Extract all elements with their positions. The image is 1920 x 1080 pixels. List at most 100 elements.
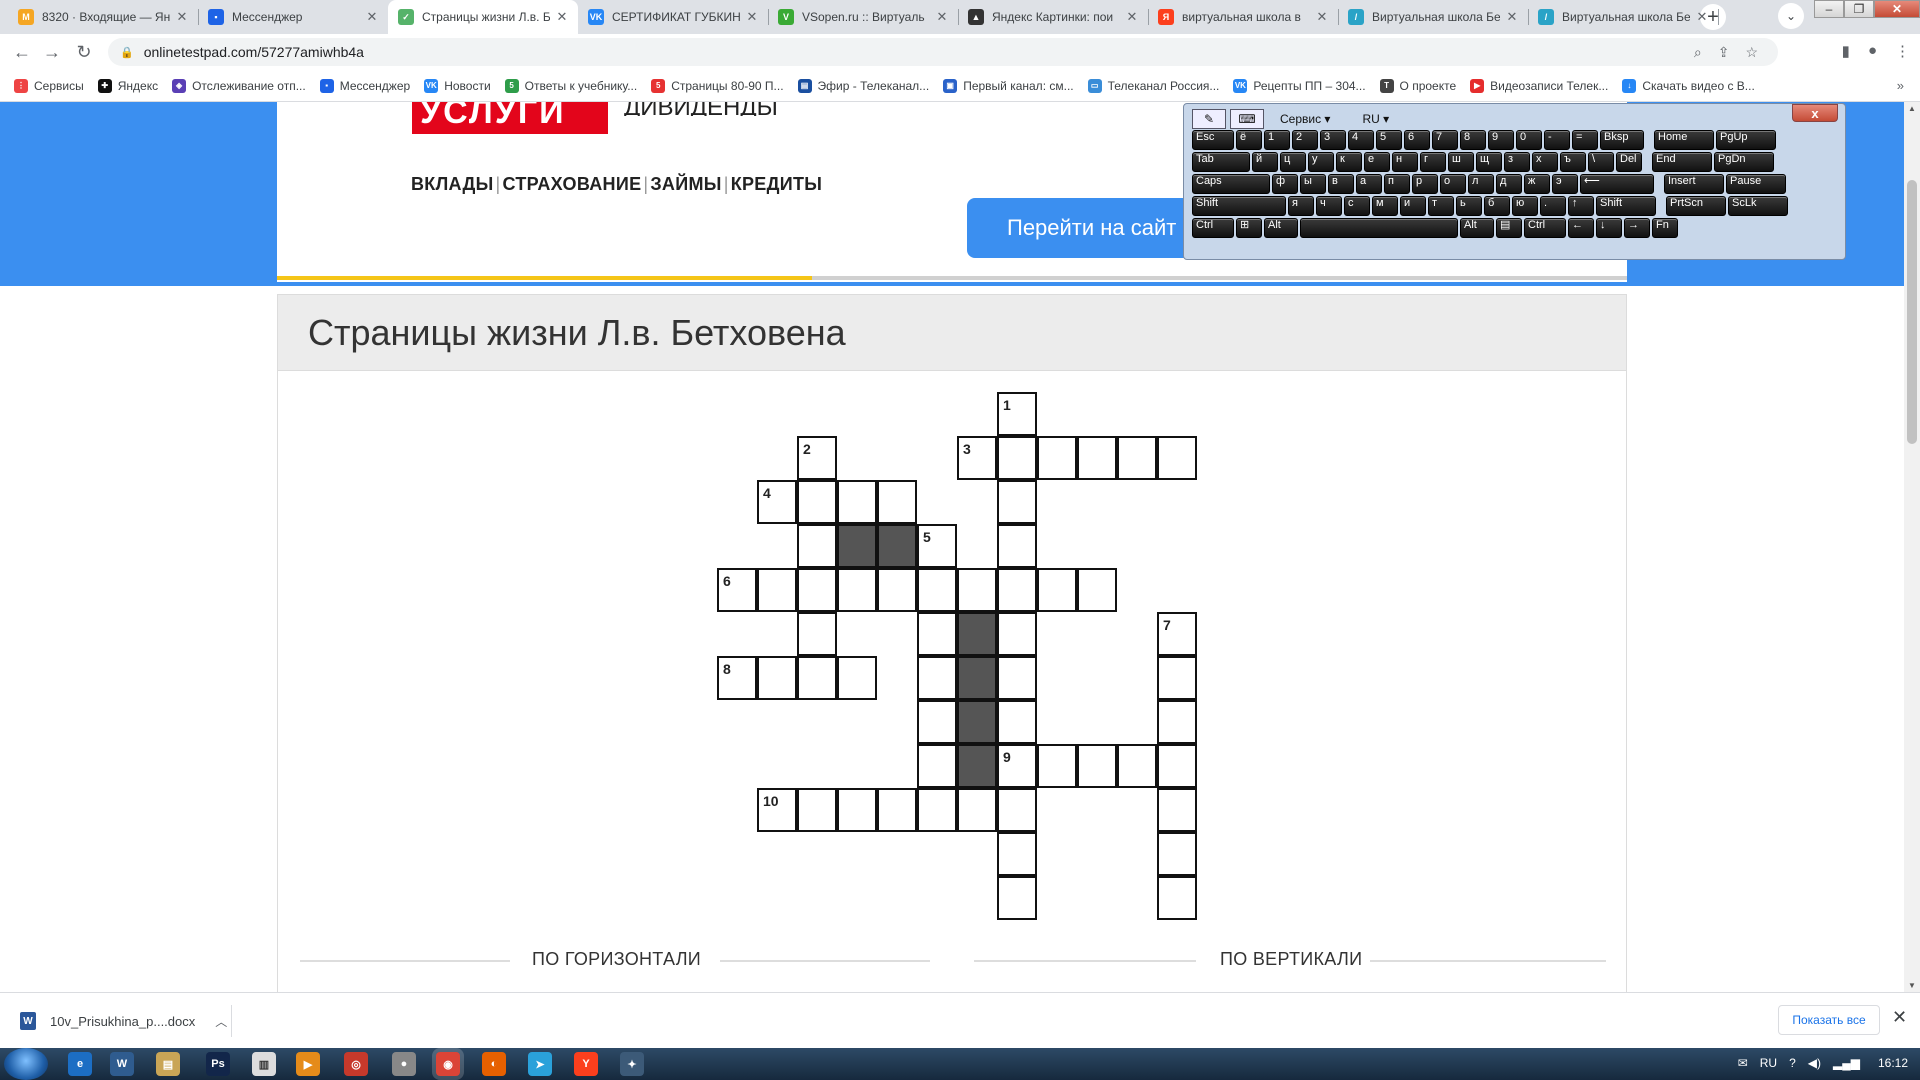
key[interactable]: 5	[1376, 130, 1402, 150]
key[interactable]: Alt	[1460, 218, 1494, 238]
crossword-cell[interactable]	[797, 788, 837, 832]
bookmark-item[interactable]: ◈ Отслеживание отп...	[172, 78, 306, 93]
key[interactable]: Ctrl	[1524, 218, 1566, 238]
crossword-cell[interactable]	[1077, 744, 1117, 788]
bookmark-item[interactable]: 5 Ответы к учебнику...	[504, 78, 637, 93]
key[interactable]: р	[1412, 174, 1438, 194]
crossword-cell[interactable]	[757, 568, 797, 612]
share-icon[interactable]: ⇪	[1718, 44, 1730, 61]
sparkle-icon[interactable]: ✦	[620, 1052, 644, 1076]
tab-search-button[interactable]: ⌄	[1778, 3, 1804, 29]
crossword-cell[interactable]	[797, 612, 837, 656]
crossword-cell[interactable]	[917, 656, 957, 700]
chrome-icon[interactable]: ◉	[436, 1052, 460, 1076]
maximize-button[interactable]: ❐	[1844, 0, 1874, 18]
crossword-cell[interactable]	[917, 700, 957, 744]
key[interactable]: и	[1400, 196, 1426, 216]
scroll-thumb[interactable]	[1907, 180, 1917, 444]
tab-close-icon[interactable]: ✕	[1694, 9, 1710, 25]
tab[interactable]: Явиртуальная школа в ✕	[1148, 0, 1338, 34]
keyboard-close-button[interactable]: x	[1792, 104, 1838, 122]
key[interactable]: ъ	[1560, 152, 1586, 172]
tab[interactable]: VK СЕРТИФИКАТ ГУБКИН ✕	[578, 0, 768, 34]
key[interactable]: Caps	[1192, 174, 1270, 194]
key[interactable]: Fn	[1652, 218, 1678, 238]
key[interactable]: Home	[1654, 130, 1714, 150]
bookmark-item[interactable]: T О проекте	[1379, 78, 1456, 93]
key[interactable]: Del	[1616, 152, 1642, 172]
crossword-cell[interactable]: 9	[997, 744, 1037, 788]
key[interactable]: ⟵	[1580, 174, 1654, 194]
bookmark-item[interactable]: ▶ Видеозаписи Телек...	[1470, 78, 1608, 93]
crossword-cell[interactable]: 4	[757, 480, 797, 524]
crossword-cell[interactable]	[997, 788, 1037, 832]
key[interactable]: ф	[1272, 174, 1298, 194]
bookmark-item[interactable]: ▪ Мессенджер	[319, 78, 410, 93]
vertical-scrollbar[interactable]: ▲ ▼	[1904, 102, 1920, 992]
key[interactable]: б	[1484, 196, 1510, 216]
key[interactable]: ю	[1512, 196, 1538, 216]
zoom-icon[interactable]: ⌕	[1694, 44, 1702, 61]
key[interactable]: э	[1552, 174, 1578, 194]
key[interactable]: м	[1372, 196, 1398, 216]
on-screen-keyboard[interactable]: ✎ ⌨ Сервис ▾ RU ▾ x Esc ё 1 2 3 4 5 6 7 8 9 0- = Bksp…	[1183, 103, 1846, 260]
tab[interactable]: ✓ Страницы жизни Л.в. Б ✕	[388, 0, 578, 34]
clock[interactable]: 16:12	[1878, 1056, 1908, 1070]
crossword-cell[interactable]	[797, 568, 837, 612]
key[interactable]: PrtScn	[1666, 196, 1726, 216]
crossword-cell[interactable]: 10	[757, 788, 797, 832]
key[interactable]: ш	[1448, 152, 1474, 172]
word-taskbar-icon[interactable]: W	[110, 1052, 134, 1076]
crossword-cell[interactable]	[997, 436, 1037, 480]
tab-close-icon[interactable]: ✕	[1504, 9, 1520, 25]
ie-icon[interactable]: e	[68, 1052, 92, 1076]
crossword-cell[interactable]: 8	[717, 656, 757, 700]
keyboard-service-menu[interactable]: Сервис ▾	[1280, 112, 1330, 126]
volume-icon[interactable]: ◀)	[1808, 1056, 1821, 1070]
crossword-cell[interactable]	[757, 656, 797, 700]
key[interactable]: д	[1496, 174, 1522, 194]
key[interactable]: PgUp	[1716, 130, 1776, 150]
key[interactable]: й	[1252, 152, 1278, 172]
help-icon[interactable]: ?	[1789, 1056, 1796, 1070]
key[interactable]: з	[1504, 152, 1530, 172]
crossword-cell[interactable]	[1157, 436, 1197, 480]
key[interactable]: к	[1336, 152, 1362, 172]
minimize-button[interactable]: –	[1814, 0, 1844, 18]
keyboard-language-menu[interactable]: RU ▾	[1362, 112, 1389, 126]
tab-close-icon[interactable]: ✕	[1314, 9, 1330, 25]
key[interactable]: ц	[1280, 152, 1306, 172]
key[interactable]: с	[1344, 196, 1370, 216]
key[interactable]: .	[1540, 196, 1566, 216]
key[interactable]: -	[1544, 130, 1570, 150]
crossword-cell[interactable]	[837, 480, 877, 524]
key[interactable]: г	[1420, 152, 1446, 172]
crossword-cell[interactable]	[917, 788, 957, 832]
back-button[interactable]: ←	[10, 40, 34, 64]
tab-close-icon[interactable]: ✕	[174, 9, 190, 25]
crossword-cell[interactable]: 5	[917, 524, 957, 568]
network-icon[interactable]: ▂▄▆	[1833, 1056, 1860, 1070]
crossword-cell[interactable]	[837, 656, 877, 700]
crossword-cell[interactable]	[1157, 656, 1197, 700]
forward-button[interactable]: →	[40, 40, 64, 64]
address-bar[interactable]: 🔒 onlinetestpad.com/57277amiwhb4a ⌕ ⇪ ☆	[108, 38, 1778, 66]
crossword-cell[interactable]	[1037, 568, 1077, 612]
key[interactable]: о	[1440, 174, 1466, 194]
crossword-cell[interactable]	[1157, 832, 1197, 876]
crossword-cell[interactable]	[997, 832, 1037, 876]
key[interactable]: ▤	[1496, 218, 1522, 238]
tab[interactable]: ▪ Мессенджер ✕	[198, 0, 388, 34]
crossword-cell[interactable]	[837, 568, 877, 612]
crossword-cell[interactable]: 1	[997, 392, 1037, 436]
key[interactable]: Ctrl	[1192, 218, 1234, 238]
key[interactable]: ⊞	[1236, 218, 1262, 238]
key[interactable]: щ	[1476, 152, 1502, 172]
key[interactable]: \	[1588, 152, 1614, 172]
chevron-up-icon[interactable]: ︿	[215, 1013, 227, 1030]
crossword-cell[interactable]: 3	[957, 436, 997, 480]
key[interactable]: а	[1356, 174, 1382, 194]
bookmark-item[interactable]: 5 Страницы 80-90 П...	[651, 78, 784, 93]
crossword-cell[interactable]	[997, 480, 1037, 524]
bookmark-item[interactable]: ⋮ Сервисы	[14, 78, 84, 93]
